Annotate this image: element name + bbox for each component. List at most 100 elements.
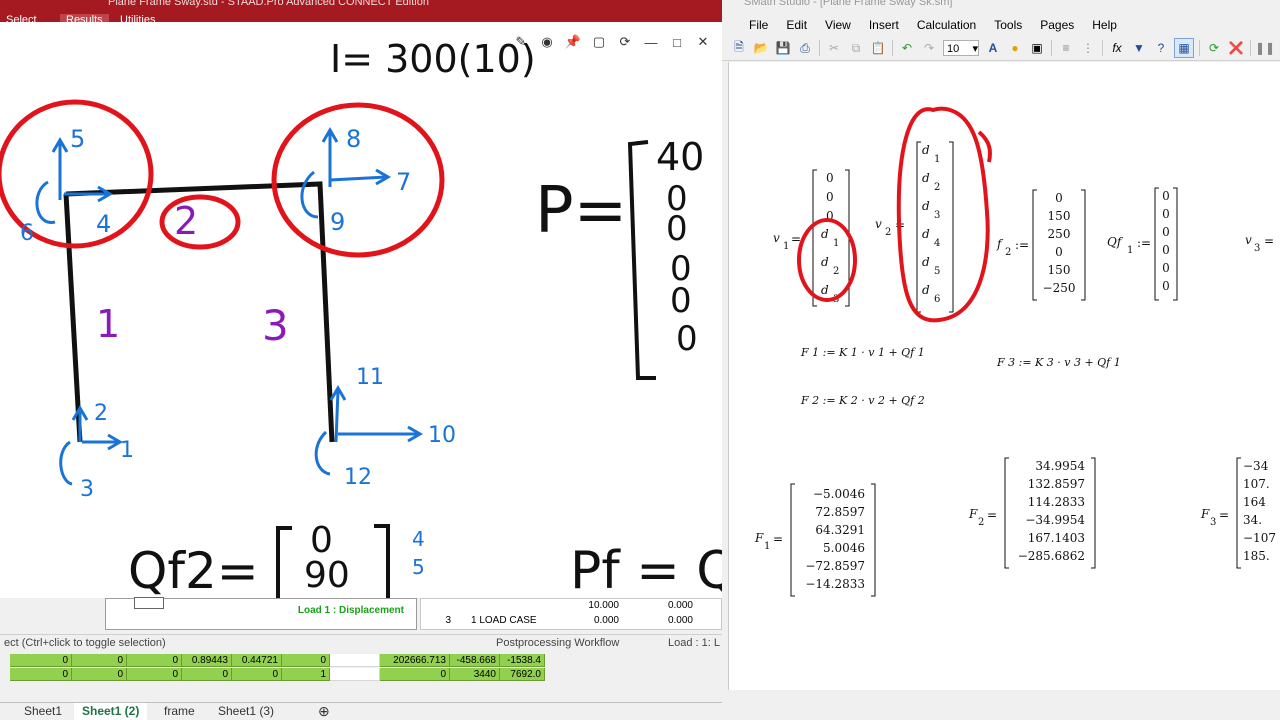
help-icon[interactable]: ?	[1152, 39, 1170, 57]
sheet-tab-1[interactable]: Sheet1 (2)	[74, 703, 148, 720]
align-icon[interactable]: ≡	[1057, 39, 1075, 57]
cell: 1 LOAD CASE	[471, 615, 537, 626]
svg-text:4: 4	[96, 210, 111, 238]
smath-titlebar: SMath Studio - [Plane Frame Sway Sk.sm]	[722, 0, 1280, 14]
svg-text:10: 10	[428, 423, 456, 448]
v1-value-0: 0	[826, 171, 834, 185]
grid-cell[interactable]: 0	[10, 654, 72, 667]
border-icon[interactable]: ▣	[1028, 39, 1046, 57]
grid-cell[interactable]: -458.668	[450, 654, 500, 667]
grid-cell[interactable]: 0	[127, 654, 182, 667]
grid-cell[interactable]: 7692.0	[500, 668, 545, 681]
cell: 10.000	[588, 600, 619, 611]
v2-label: v	[875, 217, 882, 231]
v1-definition: v 1 = 0 0 0 d 1 d 2 d 3	[773, 169, 850, 307]
v2-definition: v 2 = d 1 d 2 d 3 d 4 d 5 d 6	[875, 141, 954, 313]
grid-cell[interactable]: -1538.4	[500, 654, 545, 667]
save-icon[interactable]: 💾	[774, 39, 792, 57]
stop-icon[interactable]: ❌	[1227, 39, 1245, 57]
font-size-select[interactable]: 10 ▾	[943, 40, 979, 56]
v2-highlight-circle	[896, 106, 992, 323]
menu-help[interactable]: Help	[1083, 14, 1126, 36]
menu-view[interactable]: View	[816, 14, 860, 36]
svg-text:=: =	[1219, 508, 1229, 522]
svg-text:12: 12	[344, 465, 372, 490]
svg-text:11: 11	[356, 365, 384, 390]
page-view-icon[interactable]: ▦	[1174, 38, 1194, 58]
open-file-icon[interactable]: 📂	[752, 39, 770, 57]
function-icon[interactable]: fx	[1108, 39, 1126, 57]
status-load[interactable]: Load : 1: L	[668, 637, 720, 649]
f3-result: F 3 = −34 107. 164 34. −107 185.	[1200, 457, 1276, 569]
grid-cell[interactable]: 0.44721	[232, 654, 282, 667]
sheet-tab-3[interactable]: Sheet1 (3)	[210, 703, 282, 720]
font-color-icon[interactable]: A	[984, 39, 1002, 57]
mini-input[interactable]	[134, 597, 164, 609]
qf2-label: Qf2=	[128, 542, 259, 598]
load-table: 10.000 0.000 3 1 LOAD CASE 0.000 0.000	[420, 598, 722, 630]
cell: 0.000	[667, 600, 693, 611]
smath-worksheet[interactable]: v 1 = 0 0 0 d 1 d 2 d 3 v 2 = d 1 d 2 d …	[728, 62, 1280, 690]
grid-cell[interactable]: 0	[182, 668, 232, 681]
grid-cell[interactable]: 0	[72, 654, 127, 667]
cut-icon[interactable]: ✂	[825, 39, 843, 57]
f3-value-0: −34	[1243, 459, 1269, 473]
svg-text:F: F	[1200, 507, 1210, 521]
undo-icon[interactable]: ↶	[898, 39, 916, 57]
f2-definition: f 2 := 0 150 250 0 150 −250	[996, 189, 1086, 301]
v2-sub-1: 2	[934, 182, 940, 193]
qf1-value-4: 0	[1162, 261, 1170, 275]
svg-text:5: 5	[70, 125, 85, 153]
grid-cell[interactable]: 0	[127, 668, 182, 681]
f3-value-4: −107	[1243, 531, 1276, 545]
grid-cell[interactable]: 0	[72, 668, 127, 681]
highlight-icon[interactable]: ●	[1006, 39, 1024, 57]
filter-icon[interactable]: ▼	[1130, 39, 1148, 57]
grid-cell[interactable]: 0	[380, 668, 450, 681]
grid-cell[interactable]: 202666.713	[380, 654, 450, 667]
add-sheet-button[interactable]: ⊕	[310, 703, 338, 720]
paste-icon[interactable]: 📋	[869, 39, 887, 57]
f1-value-0: −5.0046	[813, 487, 865, 501]
sheet-tab-0[interactable]: Sheet1	[16, 703, 70, 720]
smath-statusbar	[722, 690, 1280, 720]
cell: 0.000	[667, 615, 693, 626]
svg-text:1: 1	[764, 541, 770, 552]
status-workflow[interactable]: Postprocessing Workflow	[496, 637, 619, 649]
menu-pages[interactable]: Pages	[1031, 14, 1083, 36]
svg-text:3: 3	[1210, 517, 1216, 528]
grid-cell[interactable]: 0.89443	[182, 654, 232, 667]
pf-equation: Pf = Qf	[570, 541, 722, 598]
grid-cell[interactable]: 0	[282, 654, 330, 667]
grid-cell[interactable]: 0	[10, 668, 72, 681]
v1-value-4: d	[821, 255, 829, 269]
v2-value-1: d	[922, 171, 930, 185]
svg-text::=: :=	[1015, 238, 1029, 252]
menu-file[interactable]: File	[740, 14, 777, 36]
menu-edit[interactable]: Edit	[777, 14, 816, 36]
smath-menubar: File Edit View Insert Calculation Tools …	[722, 14, 1280, 36]
new-file-icon[interactable]: 🗎	[730, 39, 748, 57]
f1-value-2: 64.3291	[815, 523, 865, 537]
menu-calculation[interactable]: Calculation	[908, 14, 985, 36]
print-icon[interactable]: ⎙	[796, 39, 814, 57]
sheet-tab-2[interactable]: frame	[156, 703, 203, 720]
grid-cell[interactable]: 0	[232, 668, 282, 681]
menu-insert[interactable]: Insert	[860, 14, 908, 36]
grid-cell[interactable]: 3440	[450, 668, 500, 681]
v2-value-3: d	[922, 227, 930, 241]
pause-icon[interactable]: ❚❚	[1255, 39, 1275, 57]
redo-icon[interactable]: ↷	[920, 39, 938, 57]
recalculate-icon[interactable]: ⟳	[1205, 39, 1223, 57]
status-hint: ect (Ctrl+click to toggle selection)	[4, 637, 166, 649]
grid-cell[interactable]	[330, 668, 380, 681]
grid-cell[interactable]: 1	[282, 668, 330, 681]
menu-tools[interactable]: Tools	[985, 14, 1031, 36]
align-vertical-icon[interactable]: ⋮	[1079, 39, 1097, 57]
p-bracket	[627, 140, 656, 380]
copy-icon[interactable]: ⧉	[847, 39, 865, 57]
p-value-0: 40	[656, 135, 704, 179]
f2r-value-0: 34.9954	[1035, 459, 1085, 473]
cell: 0.000	[593, 615, 619, 626]
grid-cell[interactable]	[330, 654, 380, 667]
